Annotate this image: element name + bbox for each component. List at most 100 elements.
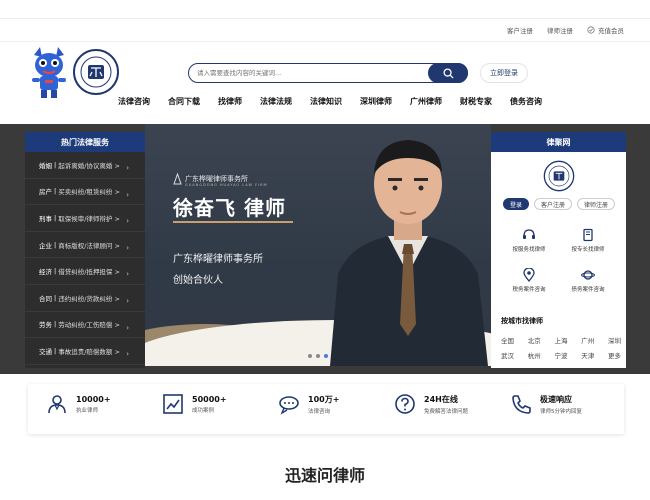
nav-item[interactable]: 广州律师 bbox=[410, 96, 442, 107]
city-link[interactable]: 武汉 bbox=[501, 350, 514, 360]
sidebar-item[interactable]: 经济 | 借贷纠纷/抵押担保 > › bbox=[25, 258, 145, 285]
top-bar: 客户注册 律师注册 充值会员 bbox=[0, 18, 650, 42]
stat-number: 极速响应 bbox=[540, 394, 572, 404]
search-input[interactable] bbox=[189, 64, 428, 82]
city-link[interactable]: 上海 bbox=[555, 335, 568, 345]
nav-item[interactable]: 法律咨询 bbox=[118, 96, 150, 107]
hot-services-sidebar: 热门法律服务 婚姻 | 起诉离婚/协议离婚 > › 房产 | 买卖纠纷/租赁纠纷 > › 刑… bbox=[25, 132, 145, 368]
client-register-tab[interactable]: 客户注册 bbox=[534, 198, 573, 210]
question-icon bbox=[395, 394, 415, 414]
sidebar-item[interactable]: 企业 | 商标版权/法律顾问 > › bbox=[25, 232, 145, 259]
sidebar-item[interactable]: 交通 | 事故追责/赔偿数额 > › bbox=[25, 338, 145, 365]
member-tabs: 登录 客户注册 律师注册 bbox=[503, 198, 616, 210]
sidebar-item-sub: 买卖纠纷/租赁纠纷 > bbox=[58, 188, 120, 197]
firm-logo-icon bbox=[173, 173, 182, 185]
service-item[interactable]: 债务案件咨询 bbox=[558, 268, 618, 293]
service-label: 按服务找律师 bbox=[512, 247, 546, 253]
chevron-right-icon: › bbox=[126, 350, 129, 359]
sidebar-title: 热门法律服务 bbox=[25, 132, 145, 152]
chevron-right-icon: › bbox=[126, 323, 129, 332]
seal-logo-icon[interactable] bbox=[72, 48, 120, 96]
book-icon bbox=[583, 228, 593, 242]
lawyer-register-link[interactable]: 律师注册 bbox=[547, 25, 573, 35]
service-item[interactable]: 按服务找律师 bbox=[499, 228, 559, 253]
city-link[interactable]: 广州 bbox=[581, 335, 594, 345]
chevron-right-icon: › bbox=[126, 164, 129, 172]
sidebar-item-category: 交通 bbox=[39, 347, 52, 356]
service-label: 按专长找律师 bbox=[571, 247, 605, 253]
section-title: 迅速问律师 bbox=[284, 466, 365, 485]
service-item[interactable]: 税务案件咨询 bbox=[499, 268, 559, 293]
search-icon bbox=[442, 67, 454, 79]
nav-item[interactable]: 深圳律师 bbox=[360, 96, 392, 107]
sidebar-item-sub: 商标版权/法律顾问 > bbox=[58, 241, 120, 250]
vip-link[interactable]: 充值会员 bbox=[587, 25, 624, 35]
top-links: 客户注册 律师注册 充值会员 bbox=[507, 25, 624, 35]
nav-item[interactable]: 找律师 bbox=[218, 96, 242, 107]
sidebar-item[interactable]: 合同 | 违约纠纷/货款纠纷 > › bbox=[25, 285, 145, 312]
sidebar-item[interactable]: 房产 | 买卖纠纷/租赁纠纷 > › bbox=[25, 179, 145, 206]
hero-line-2: 创始合伙人 bbox=[173, 275, 223, 286]
carousel-dot-active[interactable] bbox=[324, 354, 328, 358]
sidebar-item[interactable]: 婚姻 | 起诉离婚/协议离婚 > › bbox=[25, 152, 145, 179]
city-link[interactable]: 北京 bbox=[528, 335, 541, 345]
phone-icon bbox=[512, 395, 531, 414]
city-link[interactable]: 天津 bbox=[581, 350, 594, 360]
nav-item[interactable]: 债务咨询 bbox=[510, 96, 542, 107]
hero-line-1: 广东桦曜律师事务所 bbox=[173, 254, 263, 265]
carousel-dot[interactable] bbox=[308, 354, 312, 358]
chevron-right-icon: › bbox=[126, 217, 129, 226]
chevron-right-icon: › bbox=[126, 190, 129, 199]
nav-item[interactable]: 法律法规 bbox=[260, 96, 292, 107]
sidebar-item[interactable]: 劳务 | 劳动纠纷/工伤赔偿 > › bbox=[25, 312, 145, 339]
service-label: 债务案件咨询 bbox=[571, 287, 605, 293]
login-button[interactable]: 立即登录 bbox=[480, 63, 528, 83]
stat-label: 免费解答法律问题 bbox=[424, 408, 469, 415]
headset-icon bbox=[523, 229, 535, 239]
sidebar-item-sub: 借贷纠纷/抵押担保 > bbox=[58, 268, 120, 277]
hero-carousel[interactable]: 广东桦曜律师事务所 GUANGDONG HUAYAO LAW FIRM 徐奋飞 … bbox=[145, 124, 491, 366]
stat-item: 100万+ 法律咨询 bbox=[278, 393, 339, 415]
lawyer-register-tab[interactable]: 律师注册 bbox=[577, 198, 616, 210]
member-panel: 律聚网 登录 客户注册 律师注册 按服务找律师 按专长找律师 税务案件咨询 债务… bbox=[491, 132, 626, 368]
sidebar-item[interactable]: 刑事 | 取保候审/律师辩护 > › bbox=[25, 205, 145, 232]
city-link[interactable]: 宁波 bbox=[555, 350, 568, 360]
hero-firm-name-en: GUANGDONG HUAYAO LAW FIRM bbox=[185, 183, 268, 187]
city-link[interactable]: 深圳 bbox=[608, 335, 621, 345]
city-link[interactable]: 杭州 bbox=[528, 350, 541, 360]
stat-number: 50000+ bbox=[192, 394, 227, 404]
stat-label: 执业律师 bbox=[76, 407, 99, 414]
city-link[interactable]: 更多 bbox=[608, 350, 621, 360]
stat-label: 成功案例 bbox=[192, 407, 215, 414]
city-row: 武汉 杭州 宁波 天津 更多 bbox=[501, 350, 621, 360]
login-tab[interactable]: 登录 bbox=[503, 198, 530, 210]
vip-icon bbox=[587, 26, 595, 34]
stat-item: 极速响应律师5分钟内回复 bbox=[510, 393, 582, 415]
sidebar-item-category: 合同 bbox=[39, 294, 52, 303]
stats-bar: 10000+ 执业律师 50000+ 成功案例 100万+ 法律咨询 24H在线免费解… bbox=[28, 384, 624, 434]
city-link[interactable]: 全国 bbox=[501, 335, 514, 345]
sidebar-item-category: 经济 bbox=[39, 268, 52, 277]
stat-number: 100万+ bbox=[308, 394, 340, 404]
search-button[interactable] bbox=[428, 63, 468, 83]
stat-number: 10000+ bbox=[76, 394, 111, 404]
sidebar-item-category: 婚姻 bbox=[39, 161, 52, 170]
client-register-link[interactable]: 客户注册 bbox=[507, 25, 533, 35]
service-item[interactable]: 按专长找律师 bbox=[558, 228, 618, 253]
nav-item[interactable]: 财税专家 bbox=[460, 96, 492, 107]
stat-label: 律师5分钟内回复 bbox=[540, 408, 582, 415]
member-panel-title: 律聚网 bbox=[491, 132, 626, 152]
sidebar-item-sub: 取保候审/律师辩护 > bbox=[58, 214, 120, 223]
sidebar-item-sub: 劳动纠纷/工伤赔偿 > bbox=[58, 321, 120, 330]
carousel-dot[interactable] bbox=[316, 354, 320, 358]
nav-item[interactable]: 法律知识 bbox=[310, 96, 342, 107]
mascot-logo-icon[interactable] bbox=[28, 45, 70, 100]
carousel-dots bbox=[308, 354, 328, 358]
stat-number: 24H在线 bbox=[424, 394, 458, 404]
sidebar-item-sub: 违约纠纷/货款纠纷 > bbox=[58, 294, 120, 303]
sidebar-item-category: 房产 bbox=[39, 188, 52, 197]
lawyer-icon bbox=[48, 395, 66, 414]
hero-divider bbox=[173, 221, 293, 223]
nav-item[interactable]: 合同下载 bbox=[168, 96, 200, 107]
stat-label: 法律咨询 bbox=[308, 408, 331, 415]
